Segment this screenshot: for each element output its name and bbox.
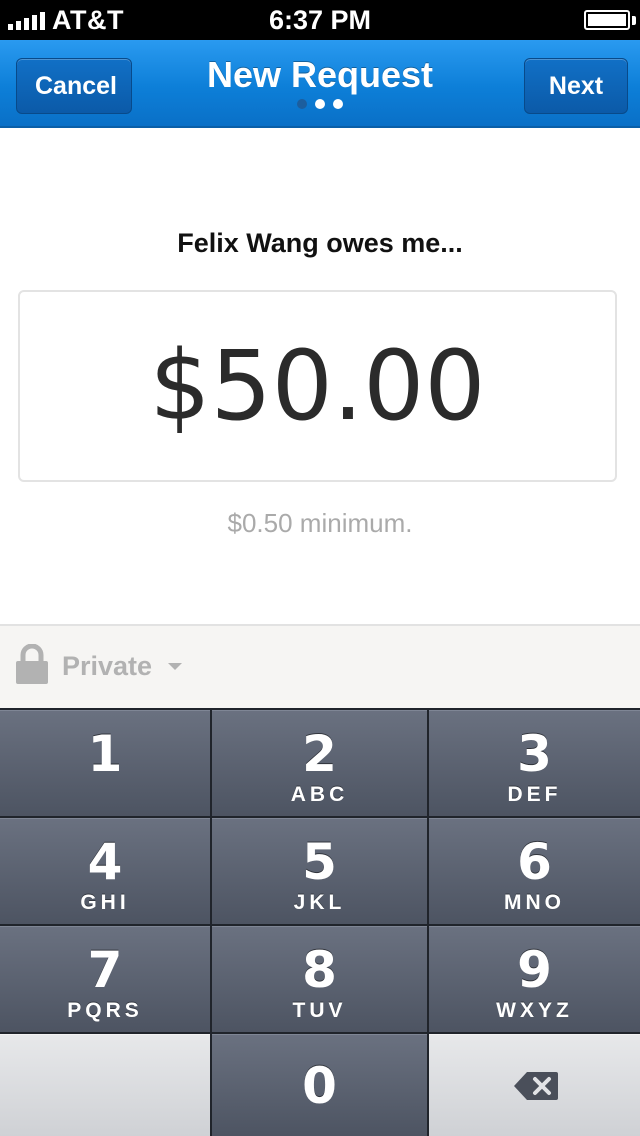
key-4[interactable]: 4 GHI (0, 818, 210, 924)
privacy-selector[interactable]: Private (0, 624, 640, 708)
privacy-label: Private (62, 651, 153, 681)
backspace-key[interactable] (429, 1034, 640, 1136)
status-time: 6:37 PM (268, 5, 372, 35)
numeric-keypad: 1 2 ABC 3 DEF 4 GHI 5 JKL 6 MNO 7 PQRS 8… (0, 708, 640, 1136)
key-3[interactable]: 3 DEF (429, 710, 640, 816)
key-1[interactable]: 1 (0, 710, 210, 816)
key-blank (0, 1034, 210, 1136)
page-dot-active (315, 99, 325, 109)
chevron-down-icon (168, 663, 182, 670)
key-7[interactable]: 7 PQRS (0, 926, 210, 1032)
key-0[interactable]: 0 (212, 1034, 427, 1136)
key-5[interactable]: 5 JKL (212, 818, 427, 924)
amount-field[interactable]: $50.00 (18, 290, 617, 482)
page-dot (333, 99, 343, 109)
backspace-icon (514, 1072, 558, 1100)
request-prompt: Felix Wang owes me... (177, 228, 463, 258)
page-dot (297, 99, 307, 109)
status-bar: AT&T 6:37 PM (0, 0, 640, 40)
lock-icon (16, 644, 48, 684)
key-6[interactable]: 6 MNO (429, 818, 640, 924)
navigation-bar: Cancel New Request Next (0, 40, 640, 128)
amount-value: $50.00 (149, 330, 486, 442)
minimum-note: $0.50 minimum. (227, 508, 413, 538)
next-button[interactable]: Next (524, 58, 628, 114)
key-8[interactable]: 8 TUV (212, 926, 427, 1032)
request-content: Felix Wang owes me... $50.00 $0.50 minim… (0, 128, 640, 624)
key-2[interactable]: 2 ABC (212, 710, 427, 816)
battery-icon (584, 10, 630, 30)
key-9[interactable]: 9 WXYZ (429, 926, 640, 1032)
